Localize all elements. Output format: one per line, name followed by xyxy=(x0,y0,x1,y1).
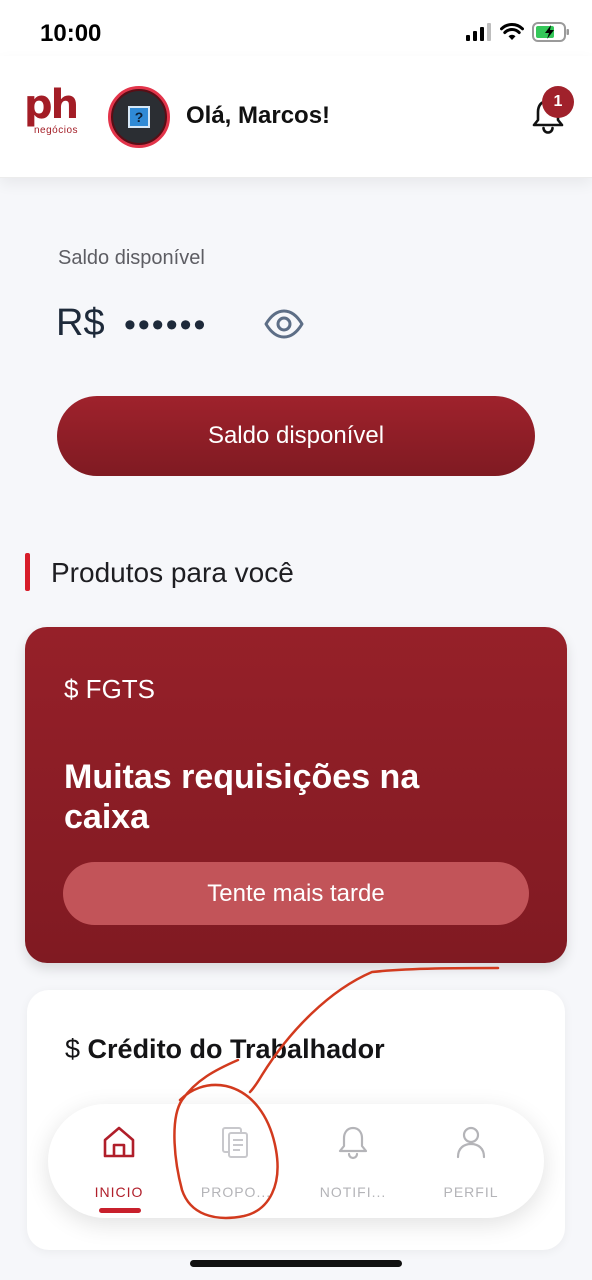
notification-badge: 1 xyxy=(542,86,574,118)
balance-label: Saldo disponível xyxy=(58,247,205,269)
greeting-title: Olá, Marcos! xyxy=(186,102,331,129)
nav-label-inicio: INICIO xyxy=(94,1184,144,1200)
home-indicator xyxy=(190,1260,402,1267)
nav-label-propostas: PROPO... xyxy=(200,1184,272,1200)
available-balance-button[interactable]: Saldo disponível xyxy=(57,396,535,476)
section-title: Produtos para você xyxy=(51,557,294,588)
try-later-button[interactable]: Tente mais tarde xyxy=(63,862,529,925)
avatar-placeholder-icon: ? xyxy=(128,106,150,128)
battery-icon xyxy=(532,22,569,42)
nav-label-perfil: PERFIL xyxy=(443,1184,499,1200)
credit-name: Crédito do Trabalhador xyxy=(87,1034,385,1064)
brand-logo: ph negócios xyxy=(24,82,88,150)
bell-icon xyxy=(338,1126,368,1160)
bottom-nav: INICIO PROPO... NOTIFI... PERFIL xyxy=(48,1104,544,1218)
fgts-tag: $ FGTS xyxy=(64,674,156,704)
fgts-title: Muitas requisições na caixa xyxy=(64,758,420,836)
nav-item-inicio[interactable]: INICIO xyxy=(60,1104,178,1218)
status-time: 10:00 xyxy=(40,20,102,47)
documents-icon xyxy=(222,1127,248,1158)
home-icon xyxy=(103,1126,135,1158)
nav-item-propostas[interactable]: PROPO... xyxy=(177,1104,295,1218)
toggle-visibility-eye-icon[interactable] xyxy=(264,306,304,342)
logo-text: ph xyxy=(24,82,79,128)
section-accent-bar xyxy=(25,553,30,591)
nav-active-indicator xyxy=(99,1208,141,1213)
balance-currency: R$ xyxy=(56,302,105,344)
nav-item-perfil[interactable]: PERFIL xyxy=(412,1104,530,1218)
credit-title: $ Crédito do Trabalhador xyxy=(65,1034,385,1065)
logo-subtext: negócios xyxy=(34,125,79,136)
credit-dollar-sign: $ xyxy=(65,1034,81,1064)
balance-masked-value: •••••• xyxy=(124,306,208,344)
signal-icon xyxy=(466,23,491,41)
wifi-icon xyxy=(500,23,524,40)
fgts-product-card[interactable]: $ FGTS Muitas requisições na caixa Tente… xyxy=(25,627,567,963)
user-icon xyxy=(456,1126,486,1159)
app-header: ph negócios ? Olá, Marcos! xyxy=(0,56,592,178)
avatar[interactable]: ? xyxy=(108,86,170,148)
nav-label-notificacoes: NOTIFI... xyxy=(319,1184,387,1200)
nav-item-notificacoes[interactable]: NOTIFI... xyxy=(294,1104,412,1218)
status-icons xyxy=(466,22,570,42)
status-bar: 10:00 xyxy=(0,0,592,56)
